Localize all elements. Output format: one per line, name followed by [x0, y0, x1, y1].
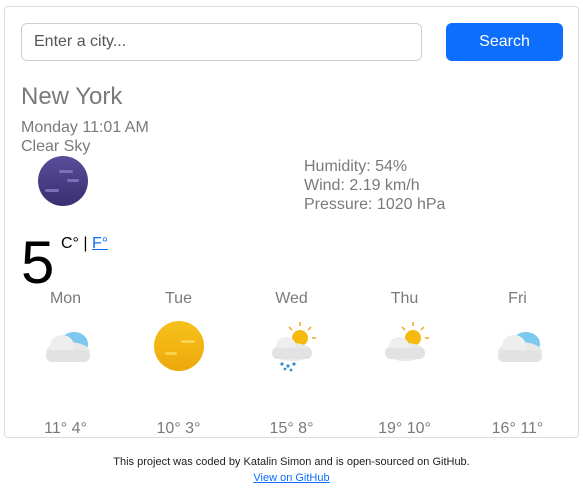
forecast-day-name: Wed [275, 290, 308, 307]
github-link[interactable]: View on GitHub [0, 470, 583, 486]
weather-details: Humidity: 54% Wind: 2.19 km/h Pressure: … [304, 157, 445, 214]
forecast-day-name: Tue [165, 290, 192, 307]
pressure-value: Pressure: 1020 hPa [304, 196, 446, 213]
rain-sun-cloud-icon [271, 322, 316, 372]
forecast-min: 8° [298, 420, 314, 437]
sun-cloud-icon [384, 322, 429, 361]
city-search-input[interactable] [21, 23, 422, 61]
forecast-min: 10° [406, 420, 431, 437]
weather-card: Search New York Monday 11:01 AM Clear Sk… [4, 6, 579, 438]
forecast-day: Thu 19° 10° [348, 290, 461, 438]
footer-text: This project was coded by Katalin Simon … [113, 456, 470, 468]
sun-icon [153, 321, 204, 371]
moon-icon [38, 156, 88, 206]
forecast-max: 11° [44, 420, 68, 437]
forecast-min: 3° [185, 420, 201, 437]
forecast-day-name: Thu [390, 290, 419, 307]
city-name: New York [21, 83, 123, 110]
current-datetime: Monday 11:01 AM [21, 119, 149, 136]
forecast-max: 19° [378, 420, 403, 437]
cloud-icon [45, 332, 90, 362]
current-temperature: 5 [21, 229, 55, 296]
forecast-temps: 15° 8° [235, 420, 348, 438]
forecast-min: 4° [71, 420, 87, 437]
unit-toggle: C° | F° [61, 235, 108, 253]
forecast-temps: 11° 4° [9, 420, 122, 438]
forecast-temps: 10° 3° [122, 420, 235, 438]
forecast-max: 16° [491, 420, 516, 437]
forecast-day: Tue 10° 3° [122, 290, 235, 438]
forecast-day: Wed 15° 8° [235, 290, 348, 438]
forecast-day: Mon 11° 4° [9, 290, 122, 438]
fahrenheit-link[interactable]: F° [92, 235, 108, 252]
celsius-unit: C° [61, 235, 79, 252]
weather-description: Clear Sky [21, 138, 91, 155]
forecast-min: 11° [520, 420, 544, 437]
unit-separator: | [78, 235, 92, 252]
forecast-temps: 19° 10° [348, 420, 461, 438]
forecast-day: Fri 16° 11° [461, 290, 574, 438]
forecast-day-name: Mon [49, 290, 82, 307]
forecast-max: 15° [269, 420, 294, 437]
forecast-temps: 16° 11° [461, 420, 574, 438]
humidity-value: Humidity: 54% [304, 158, 408, 175]
forecast-max: 10° [156, 420, 181, 437]
forecast-day-name: Fri [508, 290, 527, 307]
footer: This project was coded by Katalin Simon … [0, 454, 583, 486]
cloud-icon [497, 332, 542, 362]
wind-value: Wind: 2.19 km/h [304, 177, 420, 194]
search-button[interactable]: Search [446, 23, 563, 61]
